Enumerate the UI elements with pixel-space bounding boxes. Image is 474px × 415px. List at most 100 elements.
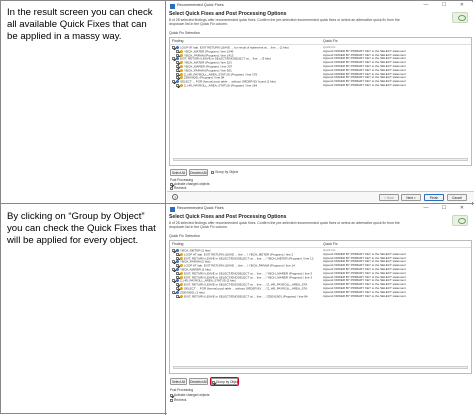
group-icon xyxy=(176,260,179,264)
dialog-header: Select Quick Fixes and Post Processing O… xyxy=(169,214,401,229)
checkbox-checked-icon[interactable] xyxy=(176,256,179,260)
column-divider xyxy=(165,1,166,415)
group-by-object-checkbox[interactable]: Group by Object xyxy=(210,377,240,386)
finish-button[interactable]: Finish xyxy=(424,194,444,201)
column-header-quickfix: Quick Fix xyxy=(323,242,338,246)
finding-text: EXIT, RETURN LEAVE in SELECT/ENDSELECT a… xyxy=(184,271,313,276)
checkbox-checked-icon[interactable] xyxy=(176,287,179,290)
checkbox-checked-icon[interactable] xyxy=(176,49,179,53)
checkbox-checked-icon[interactable] xyxy=(176,294,179,298)
select-all-button[interactable]: Select All xyxy=(170,169,187,176)
finding-text: LOOP AT itab. EXIT RETURN LEAVE ... line… xyxy=(184,264,295,268)
checkbox-checked-icon[interactable] xyxy=(172,46,175,49)
checkbox-checked-icon[interactable] xyxy=(176,61,179,65)
checkbox-checked-icon[interactable] xyxy=(176,68,179,72)
checkbox-icon xyxy=(211,170,214,174)
window-controls[interactable]: — ☐ ✕ xyxy=(424,205,470,211)
quick-fix-tree-table[interactable]: Finding Quick Fix LOOP AT itab. EXIT RET… xyxy=(169,37,472,166)
group-by-object-label: Group by Object xyxy=(216,380,240,384)
instruction-table: In the result screen you can check all a… xyxy=(0,0,474,415)
caption-result-screen: In the result screen you can check all a… xyxy=(7,7,153,42)
checkbox-checked-icon[interactable] xyxy=(176,65,179,68)
table-row[interactable]: EXIT, RETURN LEAVE in SELECT/ENDSELECT a… xyxy=(171,294,470,299)
checkbox-checked-icon[interactable] xyxy=(172,290,175,294)
back-button[interactable]: < Back xyxy=(379,194,399,201)
header-separator xyxy=(170,44,471,45)
recheck-label: Recheck xyxy=(174,186,187,190)
finding-icon xyxy=(180,76,183,80)
window-controls[interactable]: — ☐ ✕ xyxy=(424,2,470,8)
checkbox-checked-icon[interactable] xyxy=(176,283,179,287)
checkbox-checked-icon[interactable] xyxy=(176,252,179,256)
dialog-description: 8 of 28 selected findings offer recommen… xyxy=(169,18,400,27)
finding-text: EXIT, RETURN LEAVE in SELECT/ENDSELECT a… xyxy=(184,256,314,260)
group-by-object-checkbox[interactable]: Group by Object xyxy=(211,170,238,174)
column-header-finding: Finding xyxy=(172,39,184,43)
checkbox-checked-icon[interactable] xyxy=(176,264,179,268)
finding-text: EXIT, RETURN LEAVE in SELECT/ENDSELECT a… xyxy=(184,294,308,298)
next-button[interactable]: Next > xyxy=(401,194,421,201)
finding-text: SELECT ... FOR (format) pool table ... w… xyxy=(180,80,276,84)
finding-text: YBCH_MARER (Program) / line 337 xyxy=(184,65,233,69)
row-divider xyxy=(1,203,474,204)
checkbox-checked-icon xyxy=(212,380,215,384)
recheck-checkbox[interactable]: Recheck xyxy=(170,186,186,190)
recheck-checkbox[interactable]: Recheck xyxy=(170,398,186,402)
app-icon xyxy=(170,4,175,9)
group-by-object-label: Group by Object xyxy=(215,170,239,174)
dialog-heading: Select Quick Fixes and Post Processing O… xyxy=(169,11,287,17)
caption-group-by-object: By clicking on “Group by Object” you can… xyxy=(7,211,156,246)
checkbox-checked-icon[interactable] xyxy=(176,275,179,279)
wizard-logo-icon xyxy=(452,215,468,226)
finding-text: Z_HR_PAYROLL_AREA_STATUS (2 hits) xyxy=(180,279,236,283)
finding-text: Z_HR_PAYROLL_AREA_STATUS (Program) / lin… xyxy=(184,84,258,88)
column-header-quickfix: Quick Fix xyxy=(323,39,338,43)
window-title: Recommended Quick Fixes xyxy=(177,206,224,210)
checkbox-checked-icon[interactable] xyxy=(176,53,179,57)
finding-text: YBCH_PARAM (Program) / line 501 xyxy=(184,68,232,73)
dialog-title-bar: Recommended Quick Fixes — ☐ ✕ xyxy=(167,205,474,214)
finding-text: YBCH_PARAM (2 hits) xyxy=(180,260,211,264)
quick-fix-tree-table[interactable]: Finding Quick Fix YBCH_METER (2 hits) Qui… xyxy=(169,240,472,374)
finding-text: YBCH_MATER (Program) / line 1346 xyxy=(184,49,234,54)
checkbox-checked-icon[interactable] xyxy=(176,84,179,87)
checkbox-checked-icon[interactable] xyxy=(176,271,179,275)
checkbox-checked-icon[interactable] xyxy=(172,268,175,271)
quickfix-cell[interactable]: Append ORDER BY PRIMARY KEY to the SELEC… xyxy=(323,295,406,299)
select-all-button[interactable]: Select All xyxy=(170,378,187,385)
dialog-title-bar: Recommended Quick Fixes — ☐ ✕ xyxy=(167,2,474,11)
finding-cell: EXIT, RETURN LEAVE in SELECT/ENDSELECT a… xyxy=(176,294,308,299)
finding-text: ZDEV0001 (Program) / line 84 xyxy=(184,76,225,80)
finding-text: LOOP AT itab. EXIT RETURN LEAVE ... for … xyxy=(180,46,289,50)
group-icon xyxy=(176,57,179,61)
dialog-heading: Select Quick Fixes and Post Processing O… xyxy=(169,214,287,220)
finding-text: SELECT ... FOR (format) pool table ... w… xyxy=(184,287,308,291)
dialog-footer: ? < Back Next > Finish Cancel xyxy=(167,191,474,202)
deselect-all-button[interactable]: Deselect All xyxy=(189,378,208,385)
checkbox-checked-icon[interactable] xyxy=(176,72,179,76)
horizontal-scrollbar[interactable] xyxy=(173,366,468,369)
section-label: Quick Fix Selection xyxy=(169,234,200,238)
checkbox-checked-icon[interactable] xyxy=(172,260,175,264)
horizontal-scrollbar[interactable] xyxy=(173,158,468,161)
table-row[interactable]: Z_HR_PAYROLL_AREA_STATUS (Program) / lin… xyxy=(171,84,470,88)
checkbox-checked-icon[interactable] xyxy=(172,57,175,61)
checkbox-icon xyxy=(170,398,173,402)
dialog-header: Select Quick Fixes and Post Processing O… xyxy=(169,11,401,26)
deselect-all-button[interactable]: Deselect All xyxy=(189,169,208,176)
checkbox-checked-icon[interactable] xyxy=(172,279,175,283)
recheck-label: Recheck xyxy=(174,398,187,402)
quickfix-cell[interactable]: Append ORDER BY PRIMARY KEY to the SELEC… xyxy=(323,84,406,88)
checkbox-checked-icon[interactable] xyxy=(176,76,179,80)
finding-cell: Z_HR_PAYROLL_AREA_STATUS (Program) / lin… xyxy=(176,84,257,88)
wizard-logo-icon xyxy=(452,12,468,23)
activate-checkbox[interactable]: Activate changed objects xyxy=(170,393,209,397)
column-header-finding: Finding xyxy=(172,242,184,246)
checkbox-checked-icon[interactable] xyxy=(172,80,175,84)
checkbox-checked-icon[interactable] xyxy=(172,249,175,252)
cancel-button[interactable]: Cancel xyxy=(447,194,467,201)
dialog-description: 8 of 28 selected findings offer recommen… xyxy=(169,221,400,230)
finding-text: EXIT, RETURN LEAVE in SELECT/ENDSELECT a… xyxy=(180,57,271,61)
help-icon[interactable]: ? xyxy=(172,194,178,200)
app-icon xyxy=(170,207,175,212)
